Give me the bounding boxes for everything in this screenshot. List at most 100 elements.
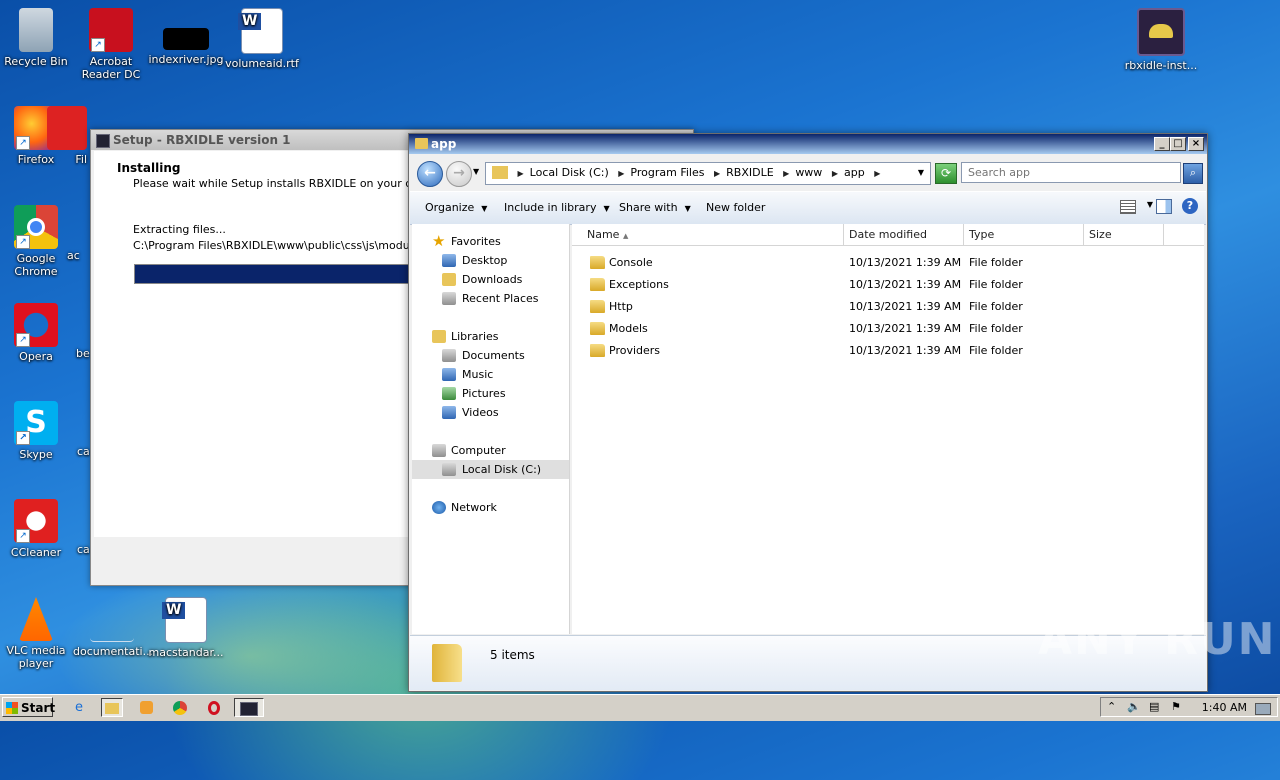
nav-recent-places[interactable]: Recent Places [412, 289, 569, 308]
clock[interactable]: 1:40 AM [1202, 701, 1247, 714]
desktop-icon-recycle-bin[interactable]: Recycle Bin [0, 8, 75, 68]
explorer-titlebar[interactable]: app _ □ × [409, 134, 1207, 154]
organize-menu[interactable]: Organize ▼ [425, 201, 487, 214]
column-size[interactable]: Size [1084, 224, 1164, 245]
nav-favorites[interactable]: ★ Favorites [412, 232, 569, 251]
desktop-icon-opera[interactable]: ↗ Opera [0, 303, 75, 363]
setup-status: Extracting files... [133, 223, 226, 236]
nav-computer[interactable]: Computer [412, 441, 569, 460]
app-icon [47, 106, 87, 150]
minimize-button[interactable]: _ [1154, 137, 1170, 151]
setup-taskbar-icon[interactable] [234, 698, 264, 717]
file-name: Models [609, 322, 648, 335]
desktop-icon-fil[interactable]: Fil [47, 106, 87, 166]
breadcrumb-expand[interactable]: ▶ [874, 163, 886, 184]
column-name[interactable]: Name ▲ [572, 224, 844, 245]
refresh-button[interactable]: ⟳ [935, 163, 957, 184]
desktop-icon-chrome[interactable]: ↗ Google Chrome [0, 205, 75, 278]
start-button[interactable]: Start [2, 697, 55, 717]
file-date: 10/13/2021 1:39 AM [849, 256, 962, 269]
file-type: File folder [969, 344, 1023, 357]
file-date: 10/13/2021 1:39 AM [849, 344, 962, 357]
chrome-taskbar-icon[interactable] [169, 698, 191, 717]
media-player-icon[interactable] [135, 698, 157, 717]
file-row[interactable]: Http 10/13/2021 1:39 AM File folder [572, 296, 1204, 318]
desktop-icon-label: documentati... [73, 645, 154, 658]
file-date: 10/13/2021 1:39 AM [849, 300, 962, 313]
desktop-icon-volumeaid[interactable]: volumeaid.rtf [223, 8, 301, 70]
opera-taskbar-icon[interactable] [203, 698, 225, 717]
view-options-dropdown[interactable]: ▼ [1147, 200, 1153, 209]
desktop-icon-label: volumeaid.rtf [225, 57, 299, 70]
forward-button[interactable]: → [446, 161, 472, 187]
desktop-icon-indexriver[interactable]: indexriver.jpg [147, 8, 225, 66]
desktop-icon-skype[interactable]: S ↗ Skype [0, 401, 75, 461]
nav-documents[interactable]: Documents [412, 346, 569, 365]
breadcrumb-program-files[interactable]: ▶ Program Files [618, 163, 704, 184]
folder-icon [590, 300, 605, 313]
desktop-icon-documentation[interactable]: documentati... [73, 597, 154, 658]
search-icon[interactable]: ⌕ [1183, 163, 1203, 184]
breadcrumb-www[interactable]: ▶ www [783, 163, 822, 184]
change-view-icon[interactable] [1120, 200, 1136, 214]
desktop-icon-label: indexriver.jpg [148, 53, 224, 66]
file-row[interactable]: Exceptions 10/13/2021 1:39 AM File folde… [572, 274, 1204, 296]
explorer-taskbar-icon[interactable] [101, 698, 123, 717]
file-name: Http [609, 300, 633, 313]
include-in-library-menu[interactable]: Include in library ▼ [504, 201, 610, 214]
nav-libraries[interactable]: Libraries [412, 327, 569, 346]
show-hidden-icons[interactable]: ⌃ [1107, 700, 1116, 713]
desktop-icon-acrobat[interactable]: ↗ Acrobat Reader DC [72, 8, 150, 81]
file-date: 10/13/2021 1:39 AM [849, 278, 962, 291]
desktop-icon-ccleaner[interactable]: ↗ CCleaner [0, 499, 75, 559]
breadcrumb-rbxidle[interactable]: ▶ RBXIDLE [714, 163, 774, 184]
nav-pictures[interactable]: Pictures [412, 384, 569, 403]
nav-local-disk[interactable]: Local Disk (C:) [412, 460, 569, 479]
show-desktop-icon[interactable] [1255, 703, 1271, 715]
file-row[interactable]: Console 10/13/2021 1:39 AM File folder [572, 252, 1204, 274]
desktop-icon-label: Recycle Bin [4, 55, 68, 68]
breadcrumb-local-disk[interactable]: ▶ Local Disk (C:) [518, 163, 609, 184]
back-button[interactable]: ← [417, 161, 443, 187]
desktop-icon-rbxidle[interactable]: rbxidle-inst... [1122, 8, 1200, 72]
address-history-dropdown[interactable]: ▼ [918, 168, 924, 177]
file-row[interactable]: Providers 10/13/2021 1:39 AM File folder [572, 340, 1204, 362]
address-bar[interactable]: ▶ Local Disk (C:) ▶ Program Files ▶ RBXIDLE… [485, 162, 931, 185]
nav-music[interactable]: Music [412, 365, 569, 384]
help-icon[interactable]: ? [1182, 198, 1198, 214]
action-center-icon[interactable]: ⚑ [1171, 700, 1181, 713]
image-file-icon [163, 28, 209, 50]
desktop-icon [442, 254, 456, 267]
close-button[interactable]: × [1188, 137, 1204, 151]
desktop-icon-label: Fil [75, 153, 87, 166]
network-tray-icon[interactable]: ▤ [1149, 700, 1159, 713]
explorer-window[interactable]: app _ □ × ← → ▼ ▶ Local Disk (C:) ▶ Progra… [408, 133, 1208, 692]
volume-icon[interactable]: 🔈 [1127, 700, 1141, 713]
desktop-icon-vlc[interactable]: VLC media player [0, 597, 75, 670]
maximize-button[interactable]: □ [1170, 137, 1186, 151]
desktop-icon-macstandar[interactable]: macstandar... [147, 597, 225, 659]
nav-desktop[interactable]: Desktop [412, 251, 569, 270]
chrome-icon: ↗ [14, 205, 58, 249]
preview-pane-icon[interactable] [1156, 199, 1172, 214]
desktop-icon-label: rbxidle-inst... [1124, 59, 1198, 72]
breadcrumb-app[interactable]: ▶ app [832, 163, 865, 184]
drive-icon [442, 463, 456, 476]
internet-explorer-icon[interactable]: e [68, 698, 90, 717]
skype-icon: S ↗ [14, 401, 58, 445]
desktop-icon-label: VLC media player [6, 644, 66, 670]
word-document-icon [238, 8, 283, 54]
new-folder-button[interactable]: New folder [706, 201, 765, 214]
installer-icon [1137, 8, 1185, 56]
file-row[interactable]: Models 10/13/2021 1:39 AM File folder [572, 318, 1204, 340]
nav-videos[interactable]: Videos [412, 403, 569, 422]
search-input[interactable] [961, 162, 1181, 183]
file-name: Exceptions [609, 278, 669, 291]
column-date-modified[interactable]: Date modified [844, 224, 964, 245]
column-type[interactable]: Type [964, 224, 1084, 245]
nav-network[interactable]: Network [412, 498, 569, 517]
acrobat-icon: ↗ [89, 8, 133, 52]
recent-locations-dropdown[interactable]: ▼ [473, 167, 479, 176]
nav-downloads[interactable]: Downloads [412, 270, 569, 289]
share-with-menu[interactable]: Share with ▼ [619, 201, 691, 214]
